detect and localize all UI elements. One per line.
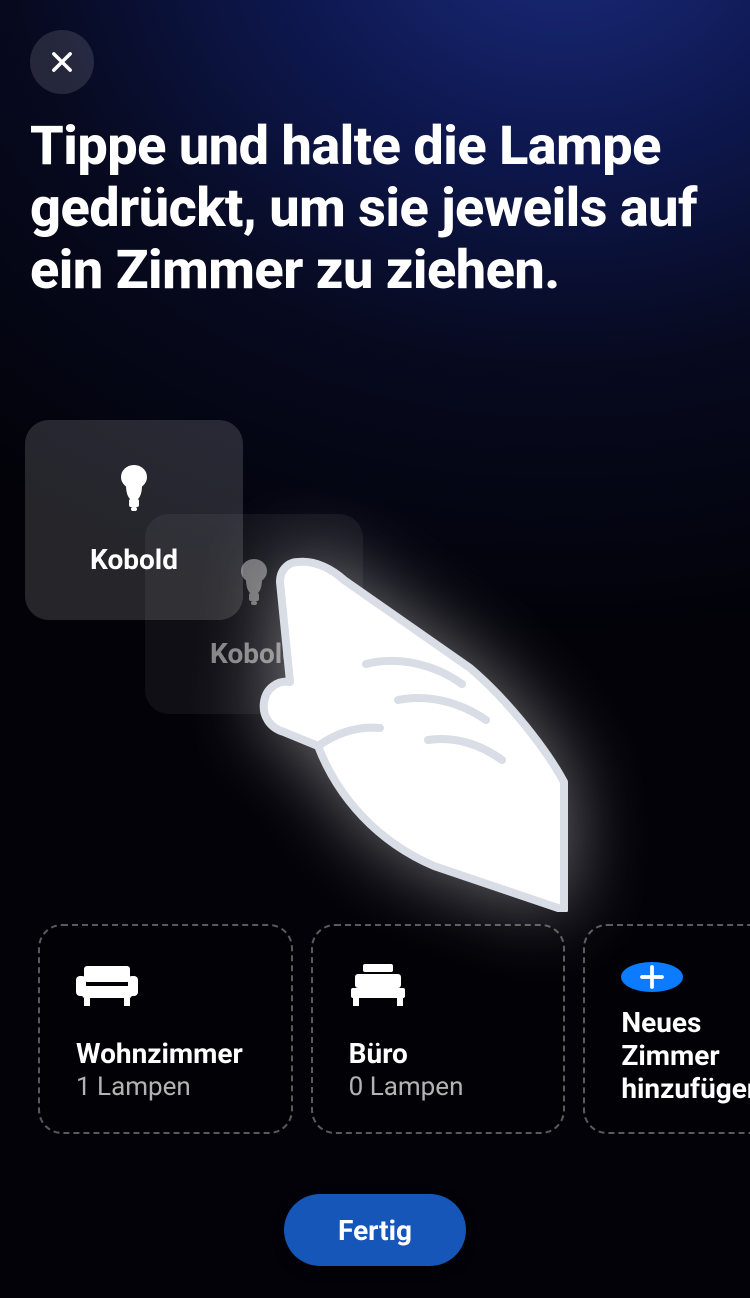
room-subtitle: 0 Lampen bbox=[349, 1072, 528, 1102]
close-icon bbox=[48, 48, 76, 76]
plus-icon bbox=[637, 962, 667, 992]
room-card-wohnzimmer[interactable]: Wohnzimmer 1 Lampen bbox=[38, 924, 293, 1134]
bulb-icon bbox=[238, 559, 270, 607]
room-card-add[interactable]: Neues Zimmer hinzufügen bbox=[583, 924, 750, 1134]
add-room-button[interactable] bbox=[621, 962, 683, 992]
bulb-icon bbox=[118, 465, 150, 513]
bed-icon bbox=[349, 962, 528, 1012]
done-button[interactable]: Fertig bbox=[284, 1194, 466, 1266]
add-room-title: Neues Zimmer hinzufügen bbox=[621, 1006, 750, 1105]
sofa-icon bbox=[76, 962, 255, 1012]
room-title: Büro bbox=[349, 1037, 528, 1070]
rooms-row: Wohnzimmer 1 Lampen Büro 0 Lampen Neues bbox=[38, 924, 750, 1134]
room-title: Wohnzimmer bbox=[76, 1037, 255, 1070]
room-card-buero[interactable]: Büro 0 Lampen bbox=[311, 924, 566, 1134]
page-title: Tippe und halte die Lampe gedrückt, um s… bbox=[30, 116, 720, 302]
close-button[interactable] bbox=[30, 30, 94, 94]
lamp-tile-ghost: Kobold bbox=[145, 514, 363, 714]
lamp-ghost-label: Kobold bbox=[210, 637, 298, 670]
room-subtitle: 1 Lampen bbox=[76, 1072, 255, 1102]
